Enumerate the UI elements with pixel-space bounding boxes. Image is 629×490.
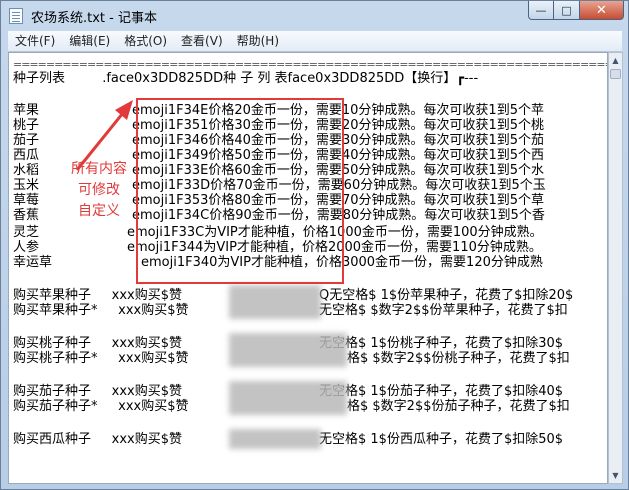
redaction-blur xyxy=(229,285,321,319)
close-icon: ✕ xyxy=(596,2,607,18)
buy-line-rest: 格$ $数字2$$份桃子种子，花费了$扣 xyxy=(347,351,570,366)
minimize-button[interactable]: — xyxy=(528,1,554,20)
buy-line-rest: 格$ $数字2$$份茄子种子，花费了$扣 xyxy=(347,399,570,414)
buy-line: 购买茄子种子* xxx购买$赞 xyxy=(13,399,189,414)
header-line: 种子列表 .face0x3DD825DD种 子 列 表face0x3DD825D… xyxy=(13,71,479,86)
redaction-blur xyxy=(229,333,347,367)
buy-line-rest: Q无空格$ 1$份苹果种子，花费了$扣除20$ xyxy=(319,288,574,303)
buy-line-rest: 无空格$ 1$份西瓜种子，花费了$扣除50$ xyxy=(319,432,564,447)
window-title: 农场系统.txt - 记事本 xyxy=(31,11,157,26)
buy-line: 购买桃子种子 xxx购买$赞 xyxy=(13,336,183,351)
menu-format[interactable]: 格式(O) xyxy=(117,31,174,51)
buy-line: 购买苹果种子* xxx购买$赞 xyxy=(13,303,189,318)
title-bar[interactable]: 农场系统.txt - 记事本 — □ ✕ xyxy=(1,1,628,31)
buy-line: 购买茄子种子 xxx购买$赞 xyxy=(13,384,183,399)
scroll-down-icon[interactable]: ▼ xyxy=(609,468,622,483)
menu-edit[interactable]: 编辑(E) xyxy=(62,31,117,51)
maximize-icon: □ xyxy=(561,3,572,17)
highlight-box xyxy=(136,98,344,284)
vip-name: 幸运草 xyxy=(13,255,53,270)
buy-line: 购买桃子种子* xxx购买$赞 xyxy=(13,351,189,366)
seed-name: 玉米 xyxy=(13,178,40,193)
seed-name: 香蕉 xyxy=(13,208,40,223)
buy-line: 购买西瓜种子 xxx购买$赞 xyxy=(13,432,183,447)
buy-line-rest: 无空格$ 1$份茄子种子，花费了$扣除40$ xyxy=(319,384,564,399)
menu-bar: 文件(F) 编辑(E) 格式(O) 查看(V) 帮助(H) xyxy=(8,31,622,52)
buy-line: 购买苹果种子 xxx购买$赞 xyxy=(13,288,183,303)
scroll-up-icon[interactable]: ▲ xyxy=(609,53,622,68)
separator-line: ========================================… xyxy=(13,58,607,71)
menu-help[interactable]: 帮助(H) xyxy=(230,31,286,51)
buy-line-rest: 无空格$ $数字2$$份苹果种子，花费了$扣 xyxy=(319,303,568,318)
seed-name: 桃子 xyxy=(13,118,40,133)
menu-file[interactable]: 文件(F) xyxy=(8,31,62,51)
vertical-scrollbar[interactable]: ▲ ▼ xyxy=(608,52,623,484)
menu-view[interactable]: 查看(V) xyxy=(174,31,230,51)
redaction-blur xyxy=(229,429,321,449)
maximize-button[interactable]: □ xyxy=(554,1,580,20)
close-button[interactable]: ✕ xyxy=(580,1,624,20)
seed-name: 苹果 xyxy=(13,103,40,118)
vip-name: 人参 xyxy=(13,240,40,255)
seed-name: 水稻 xyxy=(13,163,40,178)
minimize-icon: — xyxy=(535,3,547,17)
seed-name: 西瓜 xyxy=(13,148,40,163)
vip-name: 灵芝 xyxy=(13,225,40,240)
seed-name: 草莓 xyxy=(13,193,40,208)
window-controls: — □ ✕ xyxy=(528,1,624,21)
seed-name: 茄子 xyxy=(13,133,40,148)
redaction-blur xyxy=(229,381,347,415)
buy-line-rest: 无空格$ 1$份桃子种子，花费了$扣除30$ xyxy=(319,336,564,351)
scroll-thumb[interactable] xyxy=(610,69,621,79)
notepad-window: 农场系统.txt - 记事本 — □ ✕ 文件(F) 编辑(E) 格式(O) 查… xyxy=(0,0,629,490)
annotation-text: 所有内容 可修改 自定义 xyxy=(71,161,127,219)
notepad-icon xyxy=(9,8,23,24)
text-editor[interactable]: ========================================… xyxy=(8,52,608,484)
